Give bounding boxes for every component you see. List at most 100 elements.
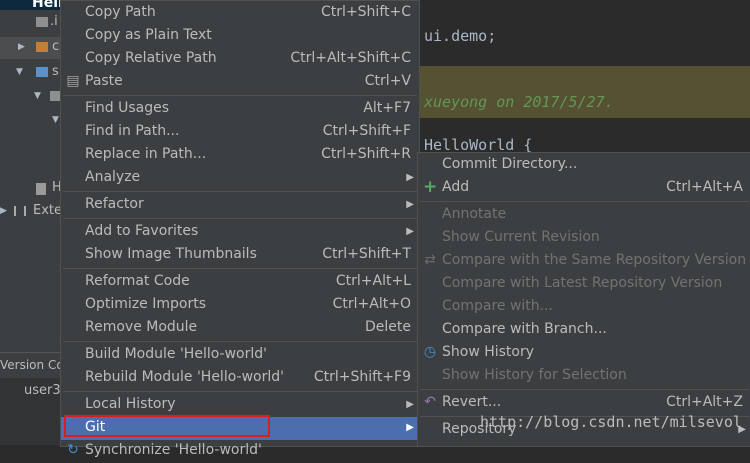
- menu-separator: [420, 389, 749, 390]
- chevron-down-icon[interactable]: ▼: [34, 91, 41, 101]
- menu-item-show-current-revision[interactable]: Show Current Revision: [418, 227, 750, 250]
- version-control-tab[interactable]: Version Co: [0, 352, 64, 379]
- menu-item-replace-in-path[interactable]: Replace in Path... Ctrl+Shift+R: [61, 144, 419, 167]
- menu-item-compare-with[interactable]: Compare with...: [418, 296, 750, 319]
- library-icon: [14, 206, 26, 216]
- menu-shortcut: Ctrl+Alt+L: [335, 273, 411, 289]
- menu-label: Show History for Selection: [442, 367, 627, 383]
- menu-shortcut: Ctrl+Shift+C: [321, 4, 411, 20]
- tree-row[interactable]: ▼: [0, 110, 62, 132]
- menu-item-paste[interactable]: ▤ Paste Ctrl+V: [61, 71, 419, 94]
- sync-icon: ↻: [67, 442, 79, 458]
- folder-icon: [36, 42, 48, 52]
- git-submenu: Commit Directory... + Add Ctrl+Alt+A Ann…: [417, 152, 750, 447]
- menu-item-find-usages[interactable]: Find Usages Alt+F7: [61, 98, 419, 121]
- menu-label: Copy as Plain Text: [85, 27, 212, 43]
- menu-label: Compare with the Same Repository Version: [442, 252, 747, 268]
- history-icon: ◷: [423, 344, 437, 360]
- menu-shortcut: Ctrl+Alt+A: [666, 179, 743, 195]
- menu-item-compare-with-branch[interactable]: Compare with Branch...: [418, 319, 750, 342]
- menu-label: Reformat Code: [85, 273, 190, 289]
- menu-item-copy-plain-text[interactable]: Copy as Plain Text: [61, 25, 419, 48]
- menu-label: Remove Module: [85, 319, 198, 335]
- code-comment: xueyong on 2017/5/27.: [424, 93, 614, 111]
- menu-item-build-module[interactable]: Build Module 'Hello-world': [61, 344, 419, 367]
- submenu-arrow-icon: ▶: [406, 226, 414, 237]
- menu-item-annotate[interactable]: Annotate: [418, 204, 750, 227]
- tree-label: Exte: [33, 203, 63, 218]
- menu-item-copy-path[interactable]: Copy Path Ctrl+Shift+C: [61, 2, 419, 25]
- code-line: ui.demo;: [424, 27, 497, 45]
- submenu-arrow-icon: ▶: [406, 172, 414, 183]
- menu-item-add-to-favorites[interactable]: Add to Favorites ▶: [61, 221, 419, 244]
- tree-label: c: [52, 39, 60, 54]
- tree-row[interactable]: ▶ c: [0, 37, 62, 59]
- menu-label: Rebuild Module 'Hello-world': [85, 369, 284, 385]
- menu-label: Find in Path...: [85, 123, 180, 139]
- menu-label: Annotate: [442, 206, 507, 222]
- menu-item-refactor[interactable]: Refactor ▶: [61, 194, 419, 217]
- menu-label: Revert...: [442, 394, 502, 410]
- tree-label: .i: [50, 14, 58, 29]
- tree-label: s: [52, 64, 59, 79]
- menu-item-show-image-thumbnails[interactable]: Show Image Thumbnails Ctrl+Shift+T: [61, 244, 419, 267]
- menu-shortcut: Ctrl+Shift+F: [322, 123, 411, 139]
- menu-item-copy-relative-path[interactable]: Copy Relative Path Ctrl+Alt+Shift+C: [61, 48, 419, 71]
- menu-shortcut: Ctrl+V: [364, 73, 411, 89]
- menu-label: Add to Favorites: [85, 223, 199, 239]
- menu-item-revert[interactable]: ↶ Revert... Ctrl+Alt+Z: [418, 392, 750, 415]
- watermark: http://blog.csdn.net/milsevol: [480, 413, 742, 431]
- menu-item-find-in-path[interactable]: Find in Path... Ctrl+Shift+F: [61, 121, 419, 144]
- tree-row[interactable]: .i: [0, 12, 62, 34]
- user-label: user3: [24, 383, 61, 398]
- menu-shortcut: Delete: [365, 319, 411, 335]
- menu-label: Analyze: [85, 169, 141, 185]
- menu-item-commit-directory[interactable]: Commit Directory...: [418, 154, 750, 177]
- context-menu: Copy Path Ctrl+Shift+C Copy as Plain Tex…: [60, 0, 420, 458]
- menu-label: Copy Path: [85, 4, 156, 20]
- menu-item-compare-same-version[interactable]: ⇄ Compare with the Same Repository Versi…: [418, 250, 750, 273]
- tree-row[interactable]: H: [0, 178, 62, 200]
- menu-item-local-history[interactable]: Local History ▶: [61, 394, 419, 417]
- menu-item-optimize-imports[interactable]: Optimize Imports Ctrl+Alt+O: [61, 294, 419, 317]
- chevron-right-icon[interactable]: ▶: [0, 206, 7, 216]
- menu-item-analyze[interactable]: Analyze ▶: [61, 167, 419, 190]
- menu-shortcut: Ctrl+Shift+F9: [313, 369, 411, 385]
- submenu-arrow-icon: ▶: [406, 199, 414, 210]
- plus-icon: +: [423, 177, 438, 197]
- menu-label: Local History: [85, 396, 176, 412]
- tree-row[interactable]: ▼: [0, 86, 62, 108]
- menu-shortcut: Ctrl+Shift+R: [321, 146, 411, 162]
- menu-item-rebuild-module[interactable]: Rebuild Module 'Hello-world' Ctrl+Shift+…: [61, 367, 419, 390]
- version-control-label: Version Co: [0, 358, 64, 372]
- menu-shortcut: Ctrl+Alt+O: [332, 296, 411, 312]
- tree-row[interactable]: ▼ s: [0, 62, 62, 84]
- chevron-right-icon[interactable]: ▶: [18, 42, 25, 52]
- tree-row[interactable]: ▶ Exte: [0, 201, 62, 223]
- menu-label: Compare with Branch...: [442, 321, 607, 337]
- menu-item-show-history-selection[interactable]: Show History for Selection: [418, 365, 750, 388]
- menu-label: Synchronize 'Hello-world': [85, 442, 262, 458]
- menu-label: Replace in Path...: [85, 146, 207, 162]
- menu-label: Show Current Revision: [442, 229, 600, 245]
- menu-item-show-history[interactable]: ◷ Show History: [418, 342, 750, 365]
- menu-item-add[interactable]: + Add Ctrl+Alt+A: [418, 177, 750, 200]
- menu-item-reformat-code[interactable]: Reformat Code Ctrl+Alt+L: [61, 271, 419, 294]
- menu-label: Build Module 'Hello-world': [85, 346, 267, 362]
- chevron-down-icon[interactable]: ▼: [52, 115, 59, 125]
- folder-icon: [36, 67, 48, 77]
- clipboard-icon: ▤: [66, 73, 80, 89]
- project-title: Hell: [32, 0, 63, 11]
- menu-label: Optimize Imports: [85, 296, 206, 312]
- chevron-down-icon[interactable]: ▼: [16, 67, 23, 77]
- menu-separator: [63, 391, 417, 392]
- git-highlight-box: [64, 415, 270, 437]
- menu-item-synchronize[interactable]: ↻ Synchronize 'Hello-world': [61, 440, 419, 463]
- menu-item-remove-module[interactable]: Remove Module Delete: [61, 317, 419, 340]
- menu-item-compare-latest-version[interactable]: Compare with Latest Repository Version: [418, 273, 750, 296]
- menu-shortcut: Ctrl+Alt+Z: [666, 394, 743, 410]
- menu-separator: [63, 95, 417, 96]
- menu-separator: [63, 268, 417, 269]
- menu-label: Show History: [442, 344, 535, 360]
- menu-label: Copy Relative Path: [85, 50, 217, 66]
